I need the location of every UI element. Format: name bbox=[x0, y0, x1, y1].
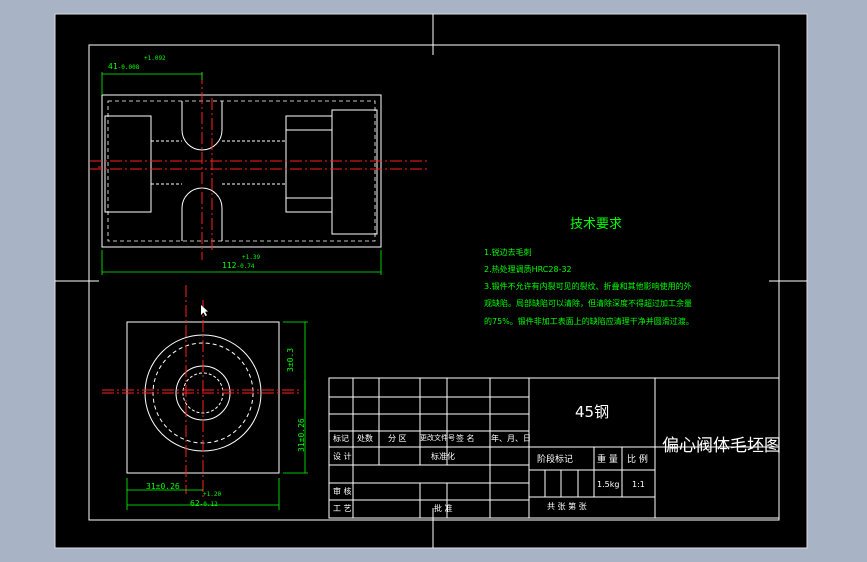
dim-overall-length: 112-0.74 bbox=[222, 261, 255, 270]
review-label: 审 核 bbox=[333, 487, 352, 496]
dim-top-width-upper-tol: +1.092 bbox=[144, 55, 166, 62]
weight-label: 重 量 bbox=[597, 455, 618, 465]
stage-label: 阶段标记 bbox=[537, 455, 574, 465]
scale-value: 1:1 bbox=[632, 480, 645, 489]
tech-requirement-line-1: 1.锐边去毛刺 bbox=[484, 248, 532, 257]
tech-requirement-line-3: 3.锻件不允许有内裂可见的裂纹、折叠和其他影响使用的外 bbox=[484, 282, 692, 291]
dim-overall-length-upper-tol: +1.39 bbox=[242, 254, 261, 261]
rev-header-zone: 分 区 bbox=[388, 434, 407, 443]
dim-side-height: 31±0.26 bbox=[297, 418, 306, 452]
standardize-label: 标准化 bbox=[431, 452, 455, 461]
dim-bottom-width: 62-0.12 bbox=[190, 499, 218, 508]
sheets-label: 共 张 第 张 bbox=[547, 502, 587, 511]
dim-top-width: 41-0.008 bbox=[108, 62, 140, 71]
rev-header-sign: 签 名 bbox=[456, 434, 475, 443]
process-label: 工 艺 bbox=[333, 504, 352, 513]
scale-label: 比 例 bbox=[627, 455, 648, 465]
design-label: 设 计 bbox=[333, 452, 352, 461]
rev-header-mark: 标记 bbox=[333, 434, 349, 443]
tech-requirements-title: 技术要求 bbox=[570, 217, 623, 232]
weight-value: 1.5kg bbox=[597, 480, 620, 489]
material-value: 45钢 bbox=[575, 403, 610, 421]
tech-requirement-line-4: 观缺陷。局部缺陷可以清除，但清除深度不得超过加工余量 bbox=[484, 299, 692, 308]
tech-requirement-line-5: 的75%。锻件非加工表面上的缺陷应清理干净并圆滑过渡。 bbox=[484, 317, 694, 326]
drawing-name: 偏心阀体毛坯图 bbox=[662, 436, 781, 456]
tech-requirement-line-2: 2.热处理调质HRC28-32 bbox=[484, 265, 572, 274]
cad-drawing-canvas bbox=[54, 13, 808, 549]
rev-header-count: 处数 bbox=[357, 434, 373, 443]
rev-header-doc: 更改文件号 bbox=[420, 434, 455, 442]
dim-bottom-half: 31±0.26 bbox=[146, 482, 180, 491]
dim-side-small: 3±0.3 bbox=[286, 347, 295, 372]
dim-bottom-width-upper-tol: +1.20 bbox=[203, 491, 222, 498]
approve-label: 批 准 bbox=[434, 504, 453, 513]
rev-header-date: 年、月、日 bbox=[491, 434, 531, 443]
drawing-sheet bbox=[54, 13, 808, 549]
